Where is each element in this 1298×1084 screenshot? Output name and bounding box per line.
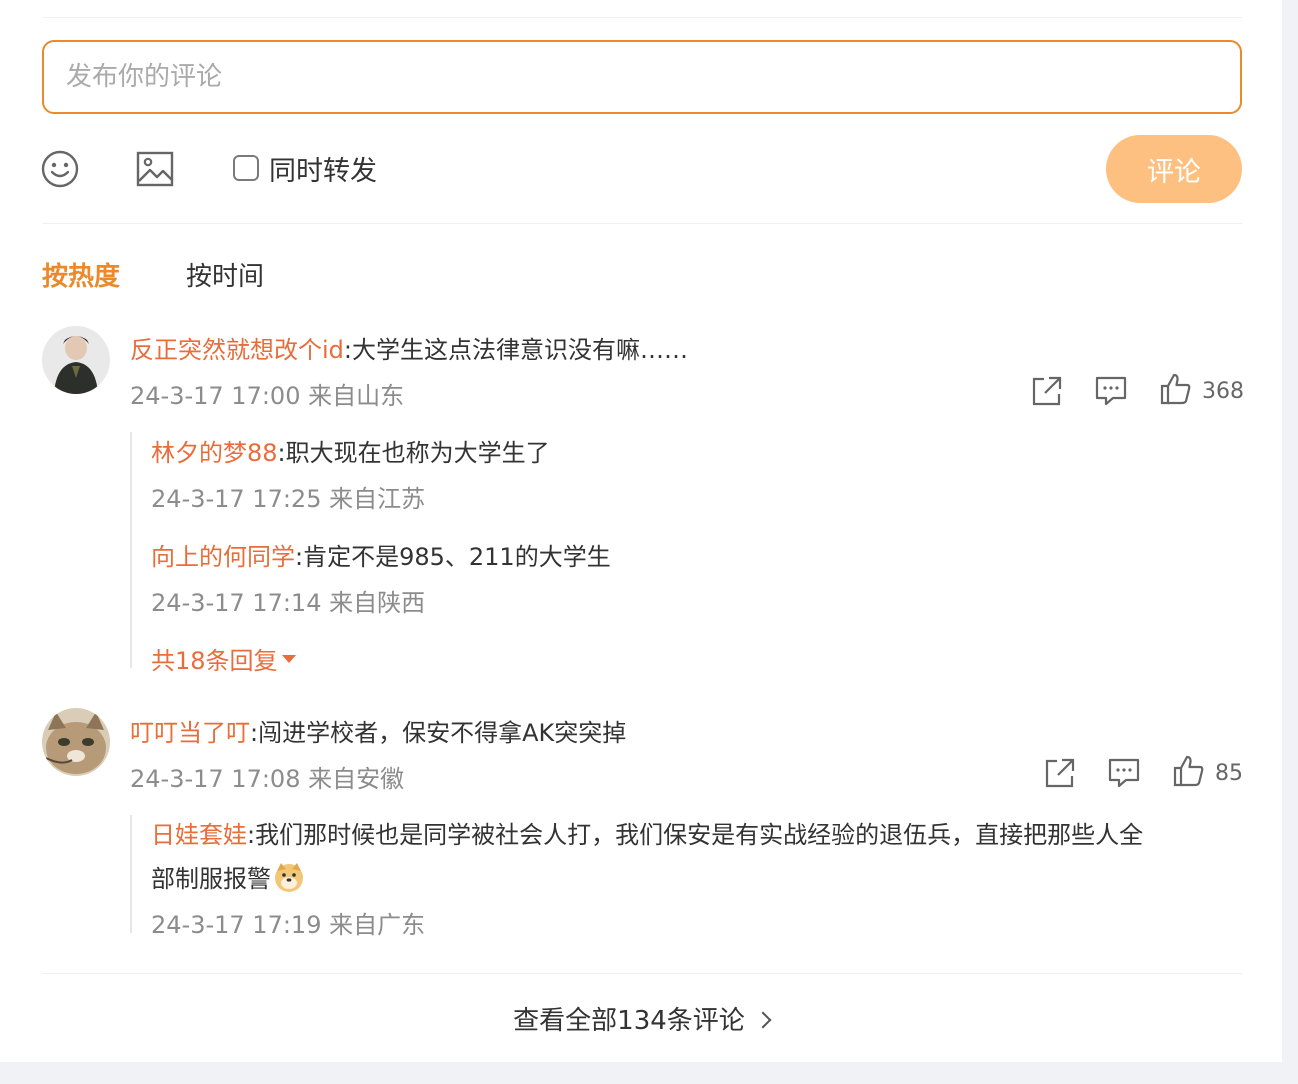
comment-username[interactable]: 叮叮当了叮: [130, 719, 250, 747]
reply-body: 部制服报警: [151, 865, 271, 893]
reply-meta: 24-3-17 17:19 来自广东: [151, 911, 426, 939]
like-count: 85: [1215, 761, 1243, 786]
reply-text: 向上的何同学:肯定不是985、211的大学生: [151, 537, 611, 572]
like-icon[interactable]: [1171, 754, 1205, 788]
doge-emoji-icon: [273, 861, 305, 893]
like-icon[interactable]: [1158, 372, 1192, 406]
reply-list: [130, 432, 132, 668]
share-icon[interactable]: [1030, 374, 1064, 408]
comment-username[interactable]: 反正突然就想改个id: [130, 336, 344, 364]
view-all-comments-link[interactable]: 查看全部134条评论: [0, 1000, 1282, 1037]
repost-toggle[interactable]: 同时转发: [233, 150, 377, 187]
comment-body: :闯进学校者，保安不得拿AK突突掉: [250, 719, 627, 747]
tab-by-popularity[interactable]: 按热度: [42, 256, 120, 293]
view-all-label: 查看全部134条评论: [513, 1006, 745, 1036]
reply-username[interactable]: 日娃套娃: [151, 821, 247, 849]
avatar[interactable]: [42, 326, 110, 394]
chevron-right-icon: [754, 1011, 772, 1029]
repost-label: 同时转发: [269, 155, 377, 187]
reply-meta: 24-3-17 17:25 来自江苏: [151, 485, 426, 513]
reply-text: 日娃套娃:我们那时候也是同学被社会人打，我们保安是有实战经验的退伍兵，直接把那些…: [151, 815, 1143, 850]
comment-text: 叮叮当了叮:闯进学校者，保安不得拿AK突突掉: [130, 713, 626, 748]
more-replies-label: 共18条回复: [151, 647, 278, 675]
reply-list: [130, 815, 132, 933]
reply-meta: 24-3-17 17:14 来自陕西: [151, 589, 426, 617]
reply-body: :肯定不是985、211的大学生: [295, 543, 611, 571]
comment-meta: 24-3-17 17:08 来自安徽: [130, 765, 405, 793]
divider: [42, 223, 1242, 224]
emoji-icon[interactable]: [41, 150, 79, 188]
comment-body: :大学生这点法律意识没有嘛……: [343, 336, 688, 364]
repost-checkbox[interactable]: [233, 155, 259, 181]
reply-text: 林夕的梦88:职大现在也称为大学生了: [151, 433, 550, 468]
like-count: 368: [1202, 379, 1244, 404]
avatar[interactable]: [42, 708, 110, 776]
reply-username[interactable]: 向上的何同学: [151, 543, 295, 571]
reply-username[interactable]: 林夕的梦88: [151, 439, 278, 467]
reply-text-continued: 部制服报警: [151, 859, 305, 894]
comments-panel: 同时转发 评论 按热度 按时间 反正突然就想改个id:大学生这点法律意识没有嘛……: [0, 0, 1282, 1062]
divider: [42, 17, 1242, 18]
reply-body: :职大现在也称为大学生了: [277, 439, 550, 467]
comment-icon[interactable]: [1094, 374, 1128, 408]
more-replies-link[interactable]: 共18条回复: [151, 641, 296, 676]
comment-icon[interactable]: [1107, 756, 1141, 790]
submit-comment-button[interactable]: 评论: [1106, 135, 1242, 203]
image-icon[interactable]: [136, 150, 176, 188]
comment-input[interactable]: [42, 40, 1242, 114]
chevron-down-icon: [281, 654, 296, 663]
tab-by-time[interactable]: 按时间: [186, 256, 264, 293]
share-icon[interactable]: [1043, 756, 1077, 790]
divider: [42, 973, 1242, 974]
comment-text: 反正突然就想改个id:大学生这点法律意识没有嘛……: [130, 330, 688, 365]
reply-body: :我们那时候也是同学被社会人打，我们保安是有实战经验的退伍兵，直接把那些人全: [247, 821, 1144, 849]
comment-meta: 24-3-17 17:00 来自山东: [130, 382, 405, 410]
